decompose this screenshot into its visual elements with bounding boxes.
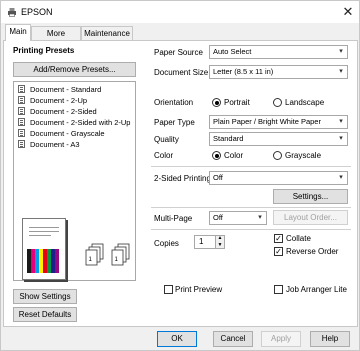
copies-input[interactable]: 1 xyxy=(194,235,216,249)
multi-page-value: Off xyxy=(213,213,223,222)
two-sided-settings-button[interactable]: Settings... xyxy=(273,189,348,204)
preset-label: Document - Grayscale xyxy=(30,129,105,138)
collate-checkbox[interactable]: ✓ xyxy=(274,234,283,243)
chevron-down-icon: ▾ xyxy=(258,214,262,221)
chevron-up-icon[interactable]: ▲ xyxy=(216,235,224,241)
document-icon xyxy=(18,107,25,115)
help-button[interactable]: Help xyxy=(310,331,350,347)
chevron-down-icon: ▾ xyxy=(339,48,343,55)
landscape-label[interactable]: Landscape xyxy=(285,98,324,107)
collate-label[interactable]: Collate xyxy=(286,234,311,243)
paper-source-select[interactable]: Auto Select ▾ xyxy=(209,45,348,59)
ok-button[interactable]: OK xyxy=(157,331,197,347)
list-item[interactable]: Document - Grayscale xyxy=(18,129,105,139)
apply-button[interactable]: Apply xyxy=(261,331,301,347)
job-arranger-label[interactable]: Job Arranger Lite xyxy=(286,285,347,294)
document-icon xyxy=(18,129,25,137)
job-arranger-checkbox[interactable] xyxy=(274,285,283,294)
list-item[interactable]: Document - A3 xyxy=(18,140,80,150)
list-item[interactable]: Document - 2-Sided with 2-Up xyxy=(18,118,130,128)
paper-source-label: Paper Source xyxy=(154,48,203,57)
grayscale-option-label[interactable]: Grayscale xyxy=(285,151,321,160)
paper-source-value: Auto Select xyxy=(213,47,252,56)
chevron-down-icon[interactable]: ▼ xyxy=(216,242,224,248)
title-bar: EPSON ✕ xyxy=(1,1,359,23)
tab-more-options[interactable]: More Options xyxy=(31,26,81,51)
two-sided-select[interactable]: Off ▾ xyxy=(209,171,348,185)
divider xyxy=(151,166,351,167)
cancel-button[interactable]: Cancel xyxy=(213,331,253,347)
paper-type-value: Plain Paper / Bright White Paper xyxy=(213,117,321,126)
color-bars xyxy=(27,249,61,273)
reverse-order-label[interactable]: Reverse Order xyxy=(286,247,338,256)
multi-page-label: Multi-Page xyxy=(154,214,193,223)
presets-heading: Printing Presets xyxy=(13,46,75,55)
list-item[interactable]: Document - 2-Up xyxy=(18,96,87,106)
preset-label: Document - 2-Up xyxy=(30,96,88,105)
window-title: EPSON xyxy=(21,7,53,17)
list-item[interactable]: Document - 2-Sided xyxy=(18,107,97,117)
chevron-down-icon: ▾ xyxy=(339,135,343,142)
grayscale-radio[interactable] xyxy=(273,151,282,160)
paper-type-label: Paper Type xyxy=(154,118,195,127)
printer-app-icon xyxy=(7,7,17,17)
reverse-order-checkbox[interactable]: ✓ xyxy=(274,247,283,256)
show-settings-button[interactable]: Show Settings xyxy=(13,289,77,304)
portrait-radio[interactable] xyxy=(212,98,221,107)
document-icon xyxy=(18,96,25,104)
document-icon xyxy=(18,118,25,126)
collate-pages-icon: 1 xyxy=(110,242,132,268)
print-preview-checkbox[interactable] xyxy=(164,285,173,294)
page-preview xyxy=(22,218,66,280)
preset-label: Document - 2-Sided xyxy=(30,107,97,116)
chevron-down-icon: ▾ xyxy=(339,68,343,75)
divider xyxy=(151,229,351,230)
document-icon xyxy=(18,85,25,93)
quality-label: Quality xyxy=(154,135,179,144)
color-radio[interactable] xyxy=(212,151,221,160)
two-sided-value: Off xyxy=(213,173,223,182)
paper-type-select[interactable]: Plain Paper / Bright White Paper ▾ xyxy=(209,115,348,129)
preset-label: Document - A3 xyxy=(30,140,80,149)
orientation-label: Orientation xyxy=(154,98,194,107)
color-option-label[interactable]: Color xyxy=(224,151,243,160)
tab-maintenance[interactable]: Maintenance xyxy=(81,26,133,40)
document-size-value: Letter (8.5 x 11 in) xyxy=(213,67,274,76)
quality-select[interactable]: Standard ▾ xyxy=(209,132,348,146)
multi-page-select[interactable]: Off ▾ xyxy=(209,211,267,225)
document-size-label: Document Size xyxy=(154,68,209,77)
list-item[interactable]: Document - Standard xyxy=(18,85,101,95)
copies-stepper[interactable]: ▲ ▼ xyxy=(215,235,225,249)
chevron-down-icon: ▾ xyxy=(339,174,343,181)
document-size-select[interactable]: Letter (8.5 x 11 in) ▾ xyxy=(209,65,348,79)
quality-value: Standard xyxy=(213,134,244,143)
print-settings-window: EPSON ✕ Main More Options Maintenance Pr… xyxy=(0,0,360,351)
document-icon xyxy=(18,140,25,148)
copies-label: Copies xyxy=(154,239,179,248)
print-preview-label[interactable]: Print Preview xyxy=(175,285,222,294)
divider xyxy=(151,207,351,208)
add-remove-presets-button[interactable]: Add/Remove Presets... xyxy=(13,62,136,77)
preset-label: Document - 2-Sided with 2-Up xyxy=(30,118,131,127)
chevron-down-icon: ▾ xyxy=(339,118,343,125)
tab-main[interactable]: Main xyxy=(5,24,31,41)
close-icon[interactable]: ✕ xyxy=(340,4,356,20)
layout-order-button[interactable]: Layout Order... xyxy=(273,210,348,225)
color-label: Color xyxy=(154,151,174,160)
landscape-radio[interactable] xyxy=(273,98,282,107)
presets-list[interactable]: Document - Standard Document - 2-Up Docu… xyxy=(13,81,136,281)
preset-label: Document - Standard xyxy=(30,85,102,94)
portrait-label[interactable]: Portrait xyxy=(224,98,250,107)
two-sided-label: 2-Sided Printing xyxy=(154,174,211,183)
collate-pages-icon: 1 xyxy=(84,242,106,268)
reset-defaults-button[interactable]: Reset Defaults xyxy=(13,307,77,322)
